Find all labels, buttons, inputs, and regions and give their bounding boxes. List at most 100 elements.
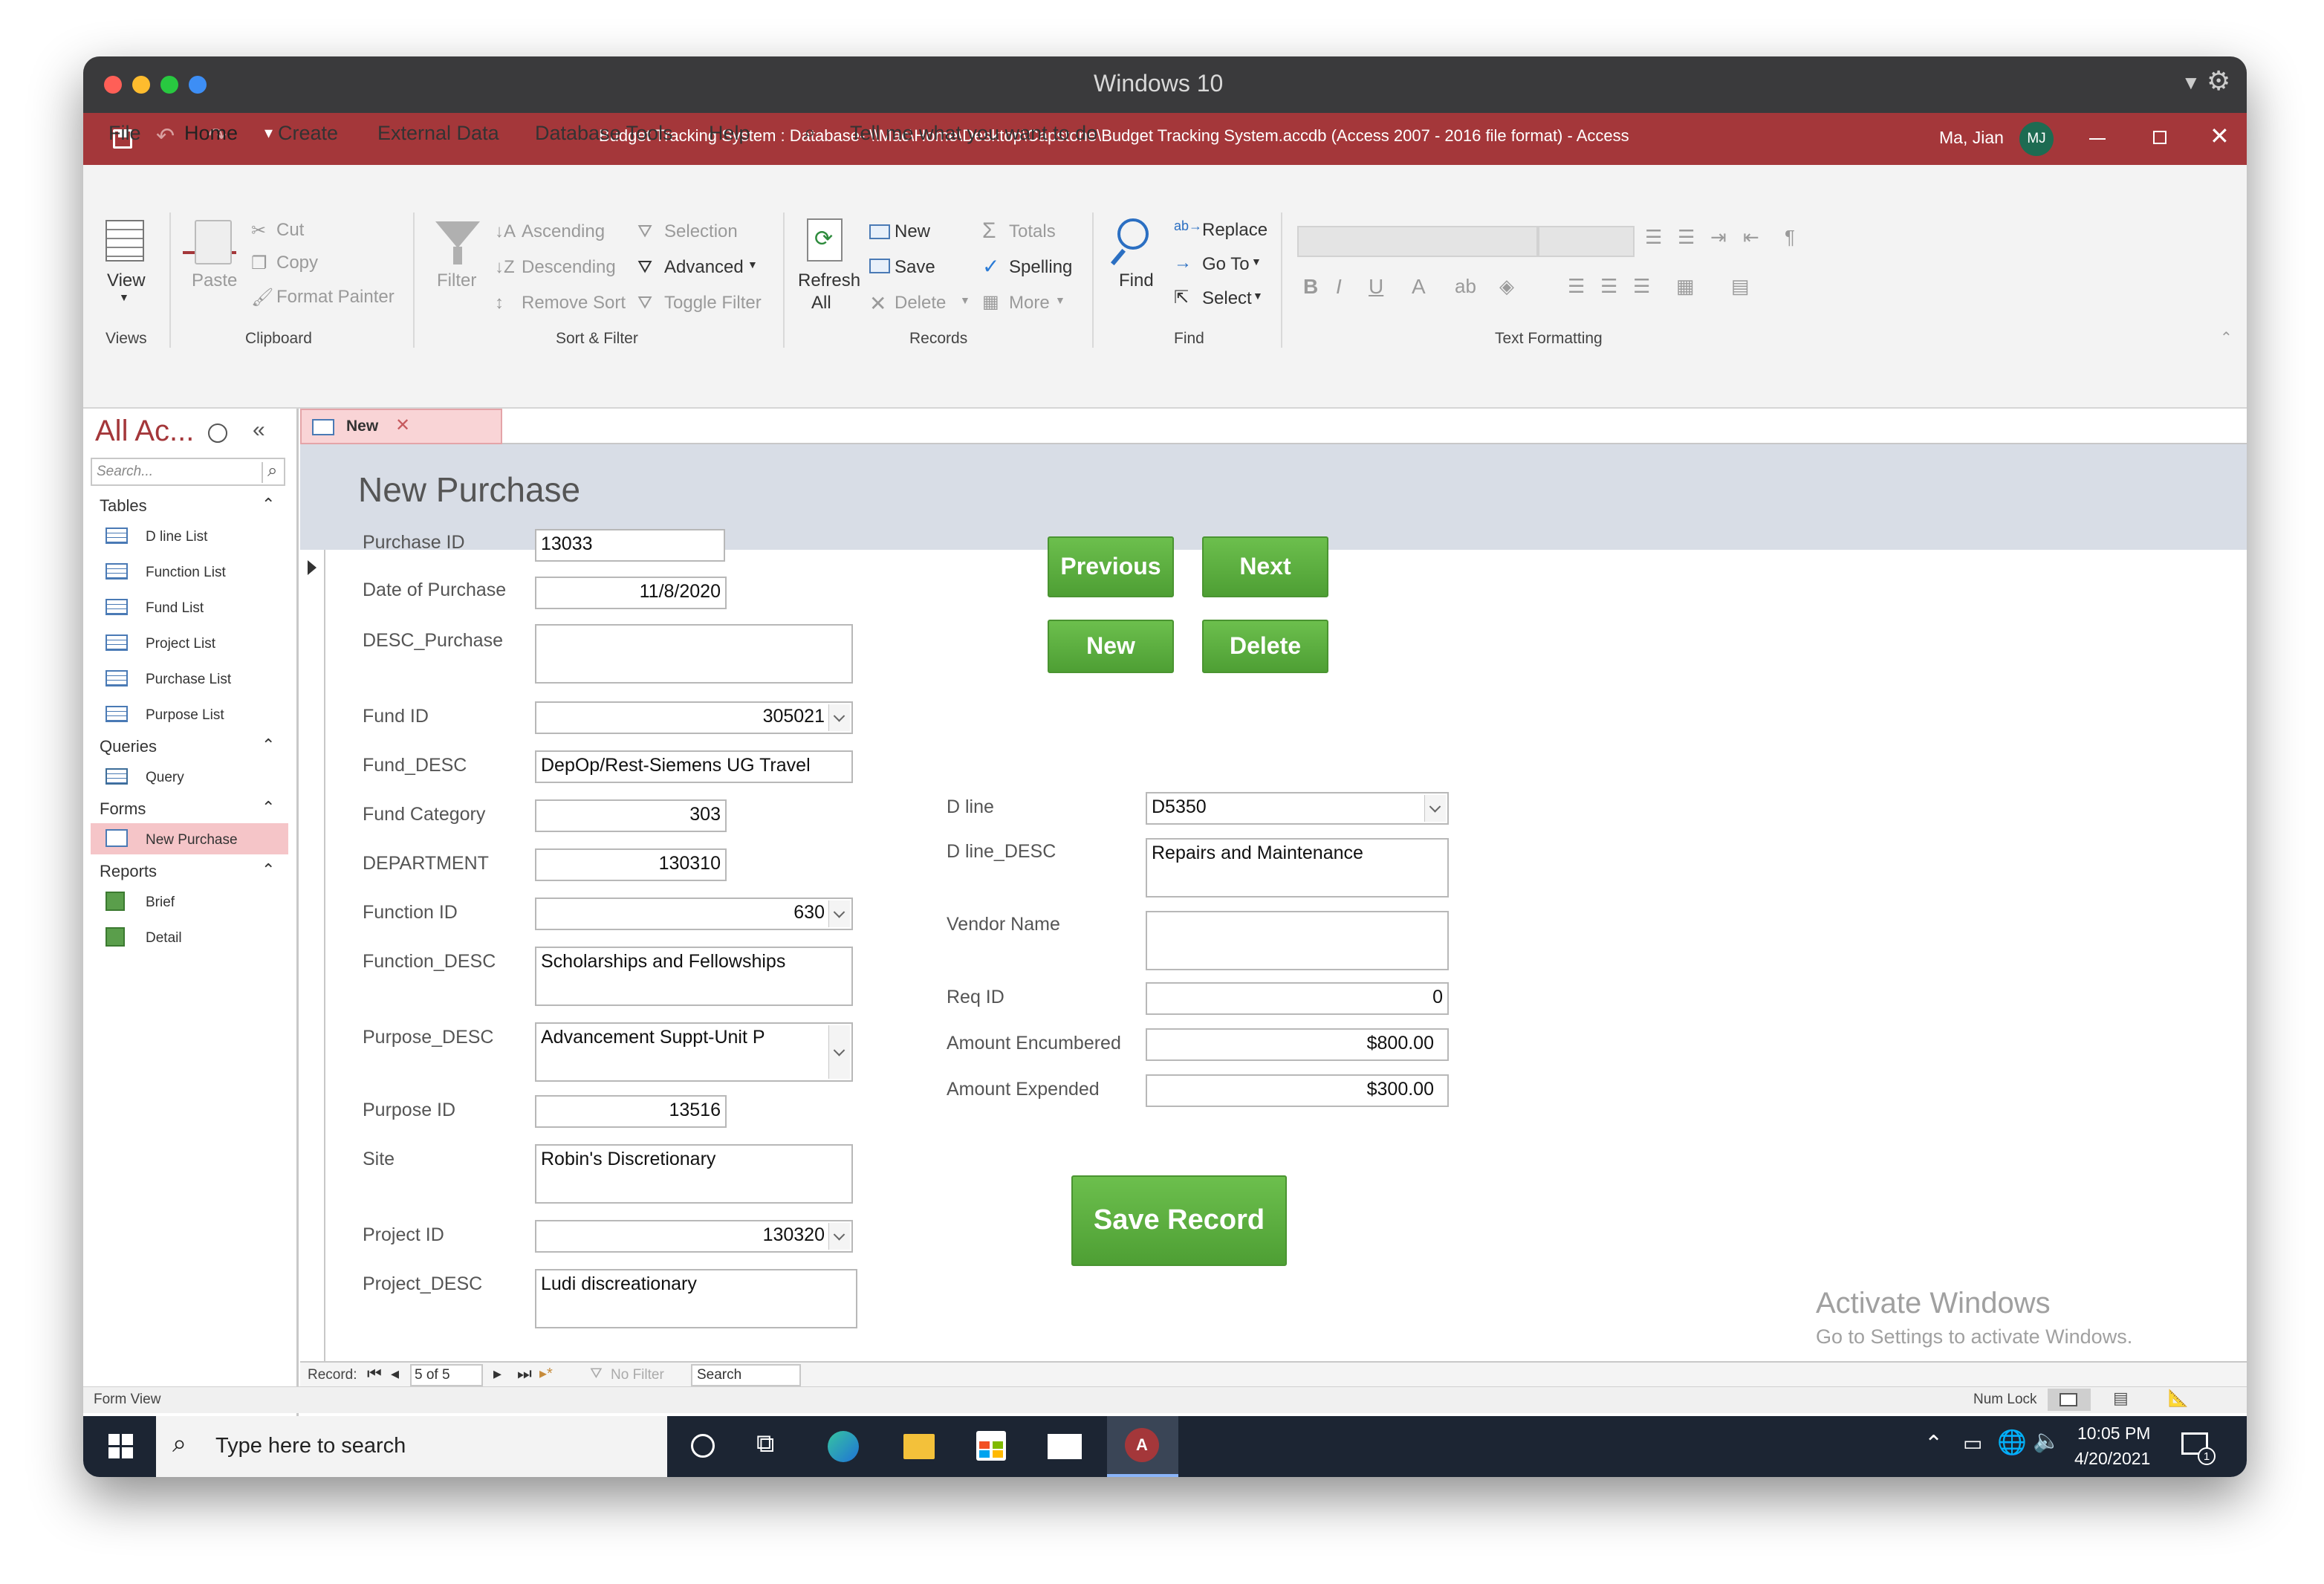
chevron-down-icon[interactable] (1424, 795, 1446, 822)
avatar[interactable]: MJ (2019, 122, 2054, 156)
toggle-filter-button[interactable]: Toggle Filter (664, 293, 762, 314)
advanced-icon[interactable]: ⛛ (637, 257, 652, 278)
restore-icon[interactable] (2153, 131, 2166, 144)
format-painter-button[interactable]: Format Painter (276, 287, 395, 308)
view-icon[interactable] (106, 220, 144, 262)
align-center-icon[interactable]: ☰ (1600, 275, 1617, 298)
new-blank-record-icon[interactable]: ▸* (539, 1364, 553, 1383)
project-desc-field[interactable]: Ludi discreationary (535, 1269, 857, 1328)
nav-item-function-list[interactable]: Function List (146, 565, 226, 581)
store-icon[interactable] (976, 1431, 1006, 1461)
windows-start-icon[interactable] (108, 1434, 134, 1459)
selection-icon[interactable]: ⛛ (637, 221, 652, 242)
amount-expended-field[interactable]: $300.00 (1146, 1074, 1449, 1107)
chevron-down-icon[interactable] (828, 704, 850, 731)
taskbar-date[interactable]: 4/20/2021 (2074, 1449, 2150, 1469)
fund-desc-field[interactable]: DepOp/Rest-Siemens UG Travel (535, 750, 853, 783)
next-record-icon[interactable]: ▸ (493, 1364, 502, 1383)
totals-sigma-icon[interactable]: Σ (982, 218, 996, 244)
nav-item-purchase-list[interactable]: Purchase List (146, 672, 231, 688)
cortana-icon[interactable] (691, 1434, 715, 1458)
previous-button[interactable]: Previous (1048, 536, 1174, 597)
remove-sort-icon[interactable]: ↕ (495, 293, 504, 314)
copy-icon[interactable]: ❐ (251, 253, 267, 274)
refresh-icon[interactable]: ⟳ (807, 218, 843, 262)
spelling-check-icon[interactable]: ✓ (982, 254, 999, 279)
nav-search-box[interactable]: Search... ⌕ (91, 458, 285, 486)
network-globe-icon[interactable]: 🌐 (1997, 1428, 2027, 1456)
collapse-section-icon[interactable]: ⌃ (262, 798, 275, 817)
fill-color-icon[interactable]: ◈ (1499, 275, 1514, 298)
site-field[interactable]: Robin's Discretionary (535, 1144, 853, 1204)
tell-me-box[interactable]: Tell me what you want to do (850, 122, 1097, 145)
nav-section-queries[interactable]: Queries (100, 737, 157, 756)
fund-category-field[interactable]: 303 (535, 799, 727, 832)
font-size-combo[interactable] (1538, 226, 1635, 257)
save-record-ribbon-button[interactable]: Save (895, 257, 935, 278)
mail-icon[interactable] (1048, 1434, 1082, 1459)
more-grid-icon[interactable]: ▦ (982, 291, 999, 313)
minimize-icon[interactable] (2089, 138, 2106, 140)
new-button[interactable]: New (1048, 620, 1174, 673)
font-name-combo[interactable] (1297, 226, 1538, 257)
chevron-down-icon[interactable]: ▼ (960, 294, 970, 306)
nav-item-d-line-list[interactable]: D line List (146, 529, 207, 545)
ascending-icon[interactable]: ↓A (495, 221, 516, 242)
new-record-button[interactable]: New (895, 221, 930, 242)
search-icon[interactable]: ⌕ (267, 461, 277, 481)
save-record-icon[interactable] (869, 259, 890, 273)
project-id-combo[interactable]: 130320 (535, 1220, 853, 1253)
chevron-down-icon[interactable]: ▼ (1253, 290, 1263, 302)
chevron-down-icon[interactable]: ▼ (747, 259, 758, 270)
user-name[interactable]: Ma, Jian (1939, 128, 2004, 148)
nav-item-new-purchase[interactable]: New Purchase (146, 832, 238, 848)
collapse-section-icon[interactable]: ⌃ (262, 736, 275, 755)
layout-view-icon[interactable]: ▤ (2113, 1389, 2129, 1408)
cut-button[interactable]: Cut (276, 220, 304, 241)
no-filter-label[interactable]: No Filter (611, 1367, 664, 1383)
replace-button[interactable]: Replace (1202, 220, 1268, 241)
vendor-name-field[interactable] (1146, 911, 1449, 970)
tab-help[interactable]: Help (709, 122, 750, 145)
chevron-down-icon[interactable] (828, 1025, 850, 1079)
tab-external-data[interactable]: External Data (377, 122, 499, 145)
req-id-field[interactable]: 0 (1146, 982, 1449, 1015)
nav-item-query[interactable]: Query (146, 770, 184, 786)
more-button[interactable]: More (1009, 293, 1050, 314)
zoom-traffic-light[interactable] (160, 76, 178, 94)
record-selector[interactable] (300, 550, 325, 1412)
chevron-down-icon[interactable]: ▼ (1055, 294, 1065, 306)
battery-icon[interactable]: ▭ (1963, 1431, 1982, 1455)
document-tab[interactable]: New ✕ (300, 409, 502, 444)
indent-icon[interactable]: ⇥ (1710, 226, 1727, 249)
copy-button[interactable]: Copy (276, 253, 318, 273)
close-traffic-light[interactable] (104, 76, 122, 94)
next-button[interactable]: Next (1202, 536, 1328, 597)
file-explorer-icon[interactable] (903, 1434, 935, 1459)
volume-icon[interactable]: 🔈 (2033, 1428, 2060, 1454)
show-hidden-icons-icon[interactable]: ⌃ (1924, 1431, 1943, 1457)
go-to-button[interactable]: Go To (1202, 254, 1250, 275)
delete-x-icon[interactable]: ✕ (869, 291, 886, 316)
d-line-desc-field[interactable]: Repairs and Maintenance (1146, 838, 1449, 898)
purpose-desc-combo[interactable]: Advancement Suppt-Unit P (535, 1022, 853, 1082)
desc-purchase-field[interactable] (535, 624, 853, 684)
refresh-all-label[interactable]: All (811, 293, 831, 314)
totals-button[interactable]: Totals (1009, 221, 1056, 242)
align-right-icon[interactable]: ☰ (1633, 275, 1650, 298)
find-magnifier-icon[interactable] (1117, 218, 1149, 250)
descending-button[interactable]: Descending (522, 257, 616, 278)
nav-item-fund-list[interactable]: Fund List (146, 600, 204, 617)
gridlines-icon[interactable]: ▦ (1676, 275, 1695, 298)
chevron-down-icon[interactable]: ▼ (119, 291, 129, 303)
ascending-button[interactable]: Ascending (522, 221, 605, 242)
nav-section-tables[interactable]: Tables (100, 496, 147, 516)
select-cursor-icon[interactable]: ⇱ (1174, 287, 1189, 308)
alternate-row-color-icon[interactable]: ▤ (1731, 275, 1750, 298)
font-color-button[interactable]: A (1412, 275, 1426, 299)
current-record-box[interactable]: 5 of 5 (410, 1364, 483, 1386)
chevron-down-icon[interactable] (828, 1223, 850, 1250)
paste-icon[interactable] (195, 220, 232, 264)
tab-create[interactable]: Create (278, 122, 338, 145)
chevron-down-icon[interactable]: ▼ (1251, 256, 1262, 267)
